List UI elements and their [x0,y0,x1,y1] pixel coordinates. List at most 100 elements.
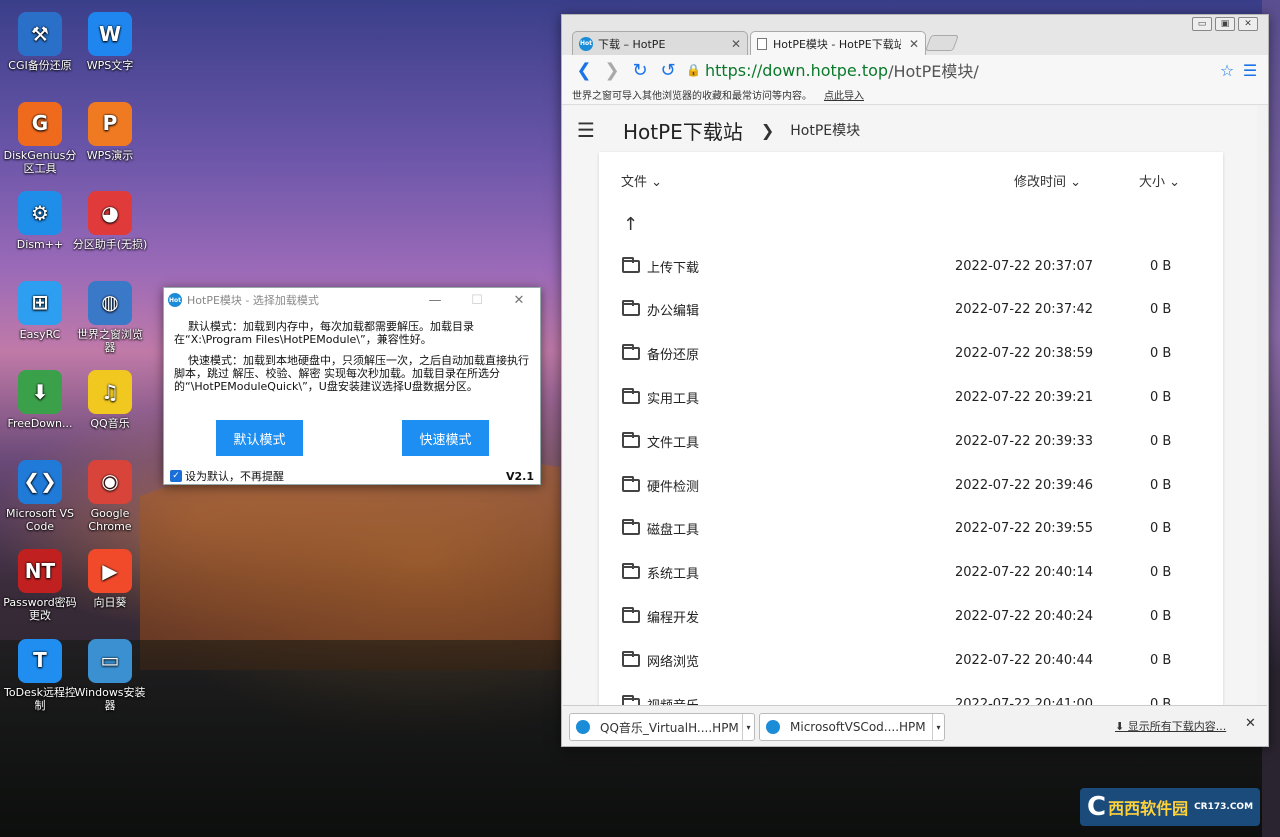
back-button[interactable]: ❮ [570,60,598,81]
dialog-titlebar: Hot HotPE模块 - 选择加载模式 — ☐ ✕ [164,288,540,312]
table-row[interactable]: 实用工具 2022-07-22 20:39:21 0 B [599,375,1223,419]
download-item[interactable]: QQ音乐_VirtualH....HPM ▾ [569,713,755,741]
parent-directory-icon[interactable]: ↑ [623,214,638,235]
browser-menu-icon[interactable]: ☰ [1240,61,1260,80]
desktop-icon[interactable]: ⚙ Dism++ [2,191,78,251]
tab-close-icon[interactable]: ✕ [909,37,919,51]
import-link[interactable]: 点此导入 [824,87,864,102]
desktop-icon[interactable]: ⬇ FreeDown... [2,370,78,430]
table-row[interactable]: 文件工具 2022-07-22 20:39:33 0 B [599,419,1223,463]
window-close-button[interactable]: ✕ [1238,17,1258,31]
hotpe-favicon-icon: Hot [579,36,593,51]
desktop-icon[interactable]: ◉ Google Chrome [72,459,148,533]
desktop-icon[interactable]: ▶ 向日葵 [72,549,148,609]
file-list-card: 文件 ⌄ 修改时间 ⌄ 大小 ⌄ ↑ 上传下载 2022-07-22 20:37:… [599,152,1223,706]
freedownload-icon: ⬇ [18,370,62,414]
sort-by-file-button[interactable]: 文件 ⌄ [621,171,662,190]
folder-name[interactable]: 实用工具 [647,388,699,407]
show-all-downloads-link[interactable]: ⬇ 显示所有下载内容... [1115,718,1226,734]
table-row[interactable]: 办公编辑 2022-07-22 20:37:42 0 B [599,288,1223,332]
hotpe-logo-icon: Hot [168,293,182,307]
table-row[interactable]: 硬件检测 2022-07-22 20:39:46 0 B [599,463,1223,507]
tab-label: 下载 – HotPE [598,37,666,51]
dialog-title: HotPE模块 - 选择加载模式 [187,294,319,307]
desktop-icon[interactable]: ▭ Windows安装器 [72,638,148,712]
desktop-icon[interactable]: ❮❯ Microsoft VS Code [2,459,78,533]
table-row[interactable]: 视频音乐 2022-07-22 20:41:00 0 B [599,682,1223,706]
download-options-icon[interactable]: ▾ [742,714,754,740]
file-size: 0 B [1150,477,1172,493]
desktop-icon[interactable]: W WPS文字 [72,12,148,72]
folder-name[interactable]: 文件工具 [647,432,699,451]
window-maximize-button[interactable]: ▣ [1215,17,1235,31]
site-title[interactable]: HotPE下载站 [623,116,743,145]
folder-name[interactable]: 备份还原 [647,344,699,363]
desktop-icon[interactable]: P WPS演示 [72,101,148,162]
table-row[interactable]: 磁盘工具 2022-07-22 20:39:55 0 B [599,507,1223,551]
table-row[interactable]: 系统工具 2022-07-22 20:40:14 0 B [599,551,1223,595]
modified-time: 2022-07-22 20:40:14 [955,565,1094,581]
tab-close-icon[interactable]: ✕ [731,37,741,51]
tab-hotpe-module[interactable]: HotPE模块 - HotPE下载站 ✕ [750,31,926,55]
desktop-icon[interactable]: NT Password密码更改 [2,549,78,622]
file-size: 0 B [1150,433,1172,449]
modified-time: 2022-07-22 20:40:44 [955,652,1094,668]
table-row[interactable]: 网络浏览 2022-07-22 20:40:44 0 B [599,638,1223,682]
folder-name[interactable]: 磁盘工具 [647,519,699,538]
table-row[interactable]: 上传下载 2022-07-22 20:37:07 0 B [599,244,1223,288]
file-size: 0 B [1150,521,1172,537]
forward-button[interactable]: ❯ [598,60,626,81]
download-item[interactable]: MicrosoftVSCod....HPM ▾ [759,713,945,741]
desktop-icon[interactable]: ⊞ EasyRC [2,280,78,341]
lock-icon: 🔒 [686,63,701,77]
folder-name[interactable]: 编程开发 [647,607,699,626]
default-mode-button[interactable]: 默认模式 [216,420,303,456]
fast-mode-button[interactable]: 快速模式 [402,420,489,456]
desktop-icon[interactable]: ◍ 世界之窗浏览器 [72,280,148,354]
folder-name[interactable]: 网络浏览 [647,651,699,670]
desktop-icon[interactable]: ◕ 分区助手(无损) [72,191,148,251]
desktop-icon[interactable]: G DiskGenius分区工具 [2,101,78,175]
dialog-maximize-button[interactable]: ☐ [456,293,498,308]
file-size: 0 B [1150,608,1172,624]
browser-toolbar: ❮ ❯ ↻ ↺ 🔒 https://down.hotpe.top /HotPE模… [562,55,1268,85]
desktop-icon-label: EasyRC [19,327,61,341]
tab-download-hotpe[interactable]: Hot 下载 – HotPE ✕ [572,31,748,55]
table-row[interactable]: 编程开发 2022-07-22 20:40:24 0 B [599,594,1223,638]
table-row[interactable]: 备份还原 2022-07-22 20:38:59 0 B [599,332,1223,376]
folder-name[interactable]: 系统工具 [647,563,699,582]
breadcrumb-current[interactable]: HotPE模块 [790,120,860,140]
download-bar-close-icon[interactable]: ✕ [1245,716,1256,731]
folder-name[interactable]: 办公编辑 [647,300,699,319]
wps-presentation-icon: P [88,101,132,146]
dialog-close-button[interactable]: ✕ [498,293,540,308]
modified-time: 2022-07-22 20:39:46 [955,477,1094,493]
file-size: 0 B [1150,565,1172,581]
address-bar[interactable]: 🔒 https://down.hotpe.top /HotPE模块/ ☆ ☰ [686,58,1260,82]
dialog-minimize-button[interactable]: — [414,293,456,308]
window-minimize-button[interactable]: ▭ [1192,17,1212,31]
new-tab-button[interactable] [925,35,959,51]
bookmark-star-icon[interactable]: ☆ [1214,61,1240,80]
set-default-checkbox[interactable]: ✓ [170,470,182,482]
hamburger-menu-icon[interactable]: ☰ [577,118,623,142]
url-host: https://down.hotpe.top [704,60,889,80]
page-content: ☰ HotPE下载站 ❯ HotPE模块 文件 ⌄ 修改时间 ⌄ 大小 ⌄ ↑ … [563,106,1257,706]
watermark-logo: C 西西软件园 CR173.COM [1080,788,1260,826]
dism-icon: ⚙ [18,191,62,235]
desktop-icon[interactable]: T ToDesk远程控制 [2,638,78,712]
reload-button[interactable]: ↻ [626,60,654,81]
sort-by-size-button[interactable]: 大小 ⌄ [1139,171,1180,190]
dialog-fast-mode-desc: 快速模式：加载到本地硬盘中，只须解压一次，之后自动加载直接执行脚本，跳过 解压、… [174,354,529,393]
todesk-icon: T [18,638,62,683]
file-size: 0 B [1150,302,1172,318]
hotpe-module-dialog: Hot HotPE模块 - 选择加载模式 — ☐ ✕ 默认模式：加载到内存中，每… [163,287,541,485]
undo-close-button[interactable]: ↺ [654,60,682,81]
desktop-icon[interactable]: ♫ QQ音乐 [72,370,148,430]
sort-by-mtime-button[interactable]: 修改时间 ⌄ [1014,171,1081,190]
folder-name[interactable]: 硬件检测 [647,476,699,495]
download-options-icon[interactable]: ▾ [932,714,944,740]
desktop-icon[interactable]: ⚒ CGI备份还原 [2,12,78,72]
folder-name[interactable]: 上传下载 [647,257,699,276]
tab-strip: ▭ ▣ ✕ Hot 下载 – HotPE ✕ HotPE模块 - HotPE下载… [562,15,1268,55]
